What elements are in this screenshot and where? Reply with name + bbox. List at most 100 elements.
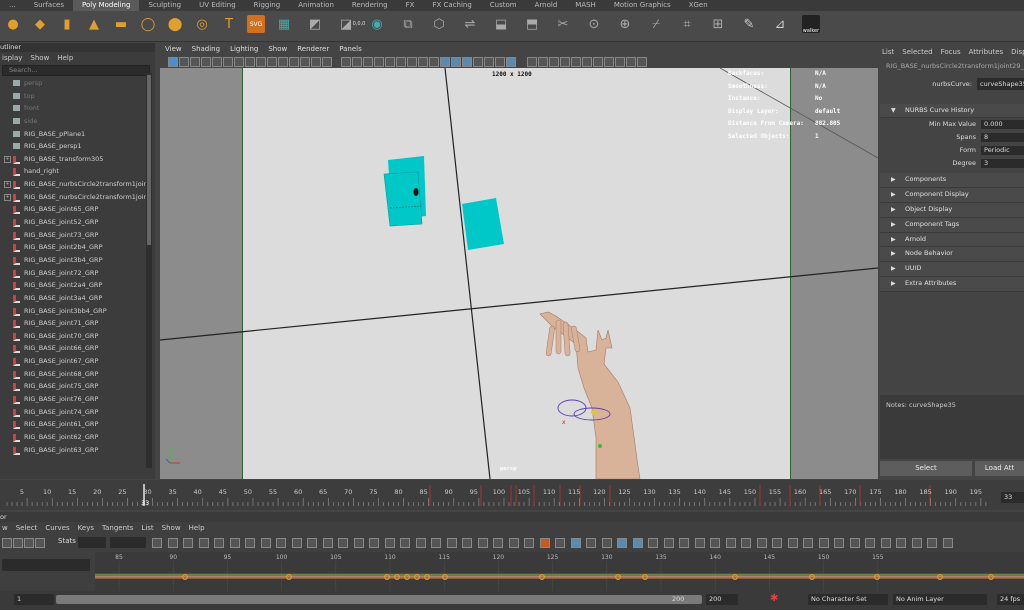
ae-section-collapsed[interactable]: ▶ Component Display (880, 187, 1024, 203)
outliner-item[interactable]: persp (0, 77, 155, 90)
outliner-item[interactable]: RIG_BASE_joint3a4_GRP (0, 292, 155, 305)
knife-icon[interactable]: ⌿ (647, 15, 665, 33)
sphere-icon[interactable]: ● (4, 15, 22, 33)
outliner-item[interactable]: RIG_BASE_joint76_GRP (0, 393, 155, 406)
viewport-tool-icon[interactable] (593, 57, 603, 67)
grid-icon[interactable]: ▦ (275, 15, 293, 33)
ae-section-collapsed[interactable]: ▶ Components (880, 173, 1024, 188)
graph-editor-canvas[interactable]: 85 90 95 100 105 110 115 120 125 130 135 140 145 150 1… (95, 552, 1024, 591)
outliner-item[interactable]: hand_right (0, 165, 155, 178)
ae-notes-box[interactable]: Notes: curveShape35 (880, 395, 1024, 459)
graph-editor-menu-1[interactable]: Select (16, 522, 38, 534)
viewport-tool-icon[interactable] (538, 57, 548, 67)
graph-tool-icon[interactable] (415, 538, 426, 548)
ae-attr-field[interactable]: 3 (981, 159, 1024, 168)
graph-tool-icon[interactable] (508, 538, 519, 548)
graph-tool-icon[interactable] (648, 538, 658, 548)
graph-editor-menu-4[interactable]: Tangents (102, 522, 133, 534)
graph-tool-icon[interactable] (570, 538, 581, 548)
shelf-tab-0[interactable]: ... (0, 0, 25, 11)
outliner-item[interactable]: RIG_BASE_joint70_GRP (0, 330, 155, 343)
outliner-item[interactable]: RIG_BASE_joint72_GRP (0, 267, 155, 280)
outliner-menu-2[interactable]: Help (57, 52, 73, 64)
graph-tool-icon[interactable] (400, 538, 410, 548)
graph-editor-menu-5[interactable]: List (141, 522, 153, 534)
outliner-item[interactable]: + RIG_BASE_nurbsCircle2transform1joir (0, 178, 155, 191)
graph-tool-icon[interactable] (694, 538, 705, 548)
graph-tool-icon[interactable] (524, 538, 534, 548)
graph-tool-icon[interactable] (13, 538, 23, 548)
shelf-tab-6[interactable]: Animation (289, 0, 343, 11)
ae-menu-4[interactable]: Disp (1011, 43, 1024, 61)
outliner-menu-0[interactable]: isplay (2, 52, 22, 64)
graph-tool-icon[interactable] (260, 538, 271, 548)
expand-toggle-icon[interactable]: + (4, 155, 11, 163)
viewport-tool-icon[interactable] (604, 57, 614, 67)
character-set-dropdown[interactable]: No Character Set (808, 594, 888, 605)
graph-tool-icon[interactable] (942, 538, 953, 548)
pipe-icon[interactable]: ◎ (193, 15, 211, 33)
ae-section-collapsed[interactable]: ▶ Node Behavior (880, 247, 1024, 263)
graph-tool-icon[interactable] (849, 538, 860, 548)
viewport-tool-icon[interactable] (615, 57, 625, 67)
cyan-plane-right[interactable] (462, 198, 504, 250)
graph-tool-icon[interactable] (756, 538, 767, 548)
graph-tool-icon[interactable] (152, 538, 162, 548)
ae-menu-2[interactable]: Focus (941, 43, 961, 61)
graph-tool-icon[interactable] (663, 538, 674, 548)
graph-tool-icon[interactable] (803, 538, 813, 548)
viewport-menu-4[interactable]: Renderer (297, 44, 329, 55)
outliner-item[interactable]: RIG_BASE_joint73_GRP (0, 229, 155, 242)
graph-editor-menu-0[interactable]: w (2, 522, 8, 534)
viewport-menu-5[interactable]: Panels (339, 44, 362, 55)
shelf-tab-8[interactable]: FX (397, 0, 424, 11)
shelf-tab-13[interactable]: Motion Graphics (605, 0, 680, 11)
ae-section-collapsed[interactable]: ▶ UUID (880, 262, 1024, 278)
viewport-tool-icon[interactable] (223, 57, 233, 67)
viewport-menu-2[interactable]: Lighting (230, 44, 258, 55)
graph-tool-icon[interactable] (462, 538, 472, 548)
viewport-tool-icon[interactable] (245, 57, 255, 67)
unfold-icon[interactable]: ⊞ (709, 15, 727, 33)
connect-icon[interactable]: ⊕ (616, 15, 634, 33)
anim-layer-dropdown[interactable]: No Anim Layer (893, 594, 987, 605)
graph-tool-icon[interactable] (369, 538, 379, 548)
viewport-tool-icon[interactable] (571, 57, 581, 67)
extrude-icon[interactable]: ⬓ (492, 15, 510, 33)
graph-tool-icon[interactable] (787, 538, 798, 548)
pencil-icon[interactable]: ✎ (740, 15, 758, 33)
select-button[interactable]: Select (880, 461, 972, 476)
shelf-tab-3[interactable]: Sculpting (139, 0, 190, 11)
viewport-tool-icon[interactable] (626, 57, 636, 67)
ae-section-collapsed[interactable]: ▶ Arnold (880, 232, 1024, 248)
outliner-item[interactable]: RIG_BASE_joint63_GRP (0, 444, 155, 457)
measure-icon[interactable]: ⊿ (771, 15, 789, 33)
graph-tool-icon[interactable] (710, 538, 720, 548)
graph-tool-icon[interactable] (431, 538, 441, 548)
viewport-tool-icon[interactable] (278, 57, 288, 67)
outliner-item[interactable]: RIG_BASE_joint61_GRP (0, 418, 155, 431)
outliner-item[interactable]: RIG_BASE_joint71_GRP (0, 317, 155, 330)
viewport-tool-icon[interactable] (385, 57, 395, 67)
outliner-item[interactable]: top (0, 90, 155, 103)
hand-mesh[interactable]: x (539, 304, 641, 479)
graph-tool-icon[interactable] (911, 538, 922, 548)
viewport-tool-icon[interactable] (352, 57, 362, 67)
ae-menu-0[interactable]: List (882, 43, 894, 61)
graph-tool-icon[interactable] (601, 538, 612, 548)
viewport-menu-1[interactable]: Shading (192, 44, 220, 55)
shelf-tab-11[interactable]: Arnold (526, 0, 567, 11)
graph-tool-icon[interactable] (818, 538, 829, 548)
stats-field-2[interactable] (110, 537, 146, 548)
viewport-tool-icon[interactable] (300, 57, 310, 67)
graph-tool-icon[interactable] (539, 538, 550, 548)
viewport-tool-icon[interactable] (322, 57, 332, 67)
outliner-menu-1[interactable]: Show (30, 52, 49, 64)
viewport-tool-icon[interactable] (527, 57, 537, 67)
current-frame-field[interactable]: 33 (1001, 492, 1024, 503)
walker-icon[interactable]: walker (802, 15, 820, 34)
graph-tool-icon[interactable] (322, 538, 333, 548)
target-weld-icon[interactable]: ⊙ (585, 15, 603, 33)
viewport-tool-icon[interactable] (179, 57, 189, 67)
viewport-tool-icon[interactable] (451, 57, 461, 67)
